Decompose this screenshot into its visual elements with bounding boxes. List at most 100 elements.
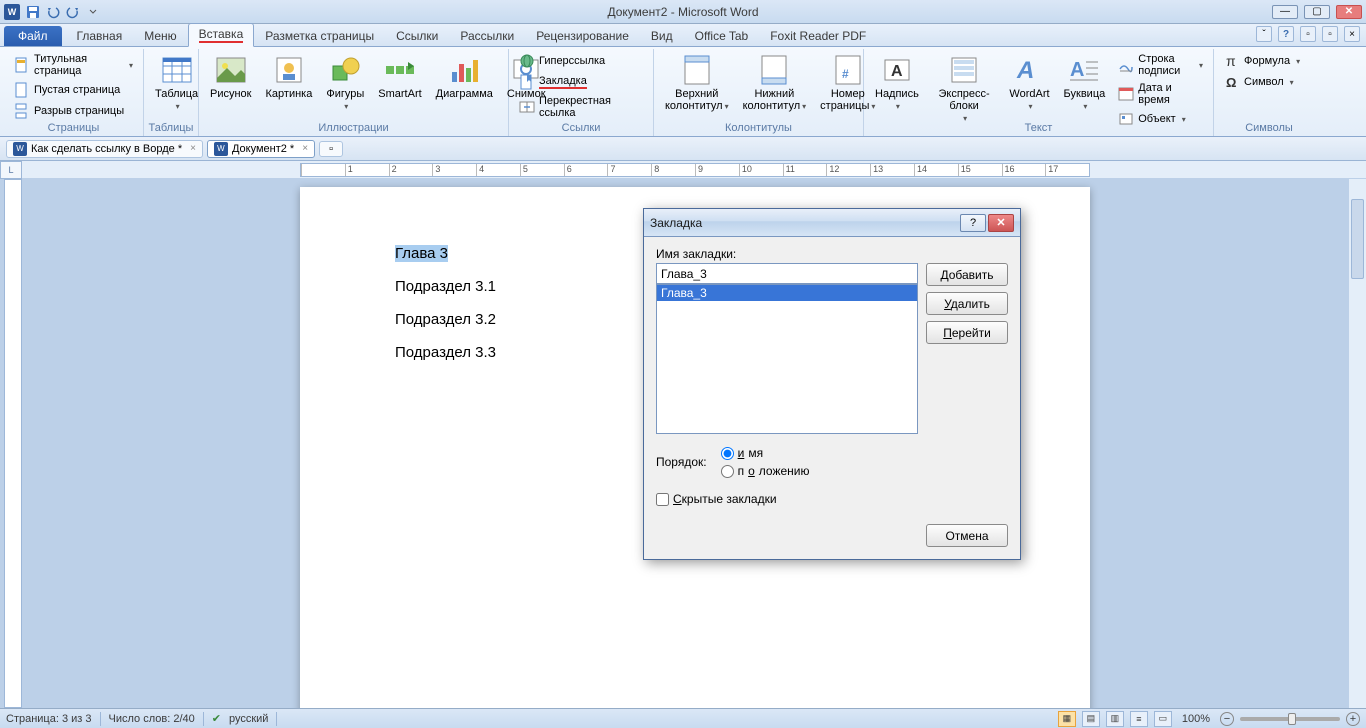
footer-button[interactable]: Нижний колонтитул▾ bbox=[738, 51, 812, 116]
bookmark-dialog: Закладка ? ✕ Имя закладки: Глава_3 Добав… bbox=[643, 208, 1021, 560]
add-button[interactable]: Добавить bbox=[926, 263, 1008, 286]
signature-line-button[interactable]: Строка подписи▾ bbox=[1114, 51, 1207, 79]
zoom-out-button[interactable]: − bbox=[1220, 712, 1234, 726]
dialog-help-button[interactable]: ? bbox=[960, 214, 986, 232]
tab-menu[interactable]: Меню bbox=[133, 25, 187, 46]
window-title: Документ2 - Microsoft Word bbox=[607, 5, 758, 19]
header-button[interactable]: Верхний колонтитул▾ bbox=[660, 51, 734, 116]
doctab-new[interactable]: ▫ bbox=[319, 141, 343, 157]
doc-heading[interactable]: Глава 3 bbox=[395, 245, 448, 262]
hidden-bookmarks-checkbox[interactable] bbox=[656, 493, 669, 506]
horizontal-ruler[interactable]: 1234567891011121314151617 bbox=[30, 161, 1336, 179]
textbox-button[interactable]: AНадпись▾ bbox=[870, 51, 924, 116]
sort-position-radio[interactable]: положению bbox=[721, 464, 810, 478]
quickparts-button[interactable]: Экспресс-блоки▾ bbox=[928, 51, 1001, 128]
qat-more-icon[interactable] bbox=[84, 3, 102, 21]
bookmark-list[interactable]: Глава_3 bbox=[656, 284, 918, 434]
tab-layout[interactable]: Разметка страницы bbox=[254, 25, 385, 46]
symbol-button[interactable]: ΩСимвол▾ bbox=[1220, 72, 1304, 92]
close-button[interactable]: ✕ bbox=[1336, 5, 1362, 19]
close-icon[interactable]: × bbox=[302, 143, 308, 154]
hyperlink-icon bbox=[519, 53, 535, 69]
tab-file[interactable]: Файл bbox=[4, 26, 62, 46]
tab-selector[interactable]: L bbox=[0, 161, 22, 179]
sort-name-radio[interactable]: имя bbox=[721, 446, 810, 460]
delete-button[interactable]: Удалить bbox=[926, 292, 1008, 315]
picture-icon bbox=[215, 54, 247, 86]
smartart-button[interactable]: SmartArt bbox=[373, 51, 426, 103]
blank-page-icon bbox=[14, 82, 30, 98]
status-language[interactable]: русский bbox=[229, 713, 268, 725]
equation-button[interactable]: πФормула▾ bbox=[1220, 51, 1304, 71]
tab-officetab[interactable]: Office Tab bbox=[684, 25, 760, 46]
tab-home[interactable]: Главная bbox=[66, 25, 134, 46]
doctab-2[interactable]: WДокумент2 *× bbox=[207, 140, 315, 158]
redo-icon[interactable] bbox=[64, 3, 82, 21]
minimize-button[interactable]: — bbox=[1272, 5, 1298, 19]
picture-button[interactable]: Рисунок bbox=[205, 51, 257, 103]
tab-review[interactable]: Рецензирование bbox=[525, 25, 640, 46]
status-page[interactable]: Страница: 3 из 3 bbox=[6, 713, 92, 725]
help-icon[interactable]: ? bbox=[1278, 26, 1294, 42]
zoom-slider[interactable] bbox=[1240, 717, 1340, 721]
page-break-button[interactable]: Разрыв страницы bbox=[10, 101, 137, 121]
new-doc-icon: ▫ bbox=[329, 143, 333, 155]
ribbon-minimize-icon[interactable]: ˇ bbox=[1256, 26, 1272, 42]
blank-page-button[interactable]: Пустая страница bbox=[10, 80, 137, 100]
shapes-icon bbox=[329, 54, 361, 86]
word-doc-icon: W bbox=[13, 142, 27, 156]
view-web[interactable]: ▥ bbox=[1106, 711, 1124, 727]
scrollbar-thumb[interactable] bbox=[1351, 199, 1364, 279]
zoom-level[interactable]: 100% bbox=[1182, 713, 1210, 725]
bookmark-button[interactable]: Закладка bbox=[515, 72, 647, 92]
tab-view[interactable]: Вид bbox=[640, 25, 684, 46]
spellcheck-icon[interactable]: ✔ bbox=[212, 712, 221, 725]
dialog-close-button[interactable]: ✕ bbox=[988, 214, 1014, 232]
group-pages-title: Страницы bbox=[4, 122, 143, 134]
save-icon[interactable] bbox=[24, 3, 42, 21]
group-text-title: Текст bbox=[864, 122, 1213, 134]
tab-links[interactable]: Ссылки bbox=[385, 25, 449, 46]
zoom-in-button[interactable]: + bbox=[1346, 712, 1360, 726]
cancel-button[interactable]: Отмена bbox=[926, 524, 1008, 547]
doctab-1[interactable]: WКак сделать ссылку в Ворде *× bbox=[6, 140, 203, 158]
sort-label: Порядок: bbox=[656, 455, 707, 469]
table-button[interactable]: Таблица▾ bbox=[150, 51, 203, 116]
group-illustrations-title: Иллюстрации bbox=[199, 122, 508, 134]
cover-page-button[interactable]: Титульная страница▾ bbox=[10, 51, 137, 79]
dropcap-button[interactable]: AБуквица▾ bbox=[1059, 51, 1111, 116]
crossref-button[interactable]: Перекрестная ссылка bbox=[515, 93, 647, 121]
view-print-layout[interactable]: ▦ bbox=[1058, 711, 1076, 727]
group-header-title: Колонтитулы bbox=[654, 122, 863, 134]
ribbon-close-icon[interactable]: × bbox=[1344, 26, 1360, 42]
tab-mailings[interactable]: Рассылки bbox=[449, 25, 525, 46]
bookmark-list-item[interactable]: Глава_3 bbox=[657, 285, 917, 301]
close-icon[interactable]: × bbox=[190, 143, 196, 154]
dialog-titlebar[interactable]: Закладка ? ✕ bbox=[644, 209, 1020, 237]
view-outline[interactable]: ≡ bbox=[1130, 711, 1148, 727]
zoom-slider-thumb[interactable] bbox=[1288, 713, 1296, 725]
undo-icon[interactable] bbox=[44, 3, 62, 21]
clipart-button[interactable]: Картинка bbox=[261, 51, 318, 103]
bookmark-name-input[interactable] bbox=[656, 263, 918, 284]
view-fullscreen[interactable]: ▤ bbox=[1082, 711, 1100, 727]
wordart-button[interactable]: AWordArt▾ bbox=[1004, 51, 1054, 116]
status-words[interactable]: Число слов: 2/40 bbox=[109, 713, 195, 725]
vertical-scrollbar[interactable] bbox=[1348, 179, 1366, 708]
shapes-button[interactable]: Фигуры▾ bbox=[321, 51, 369, 116]
vertical-ruler[interactable] bbox=[4, 179, 22, 708]
dialog-title: Закладка bbox=[650, 216, 702, 230]
title-bar: W Документ2 - Microsoft Word — ▢ ✕ bbox=[0, 0, 1366, 24]
tab-foxit[interactable]: Foxit Reader PDF bbox=[759, 25, 877, 46]
tab-insert[interactable]: Вставка bbox=[188, 23, 255, 47]
maximize-button[interactable]: ▢ bbox=[1304, 5, 1330, 19]
view-draft[interactable]: ▭ bbox=[1154, 711, 1172, 727]
hyperlink-button[interactable]: Гиперссылка bbox=[515, 51, 647, 71]
datetime-button[interactable]: Дата и время bbox=[1114, 80, 1207, 108]
ribbon-opts2-icon[interactable]: ▫ bbox=[1322, 26, 1338, 42]
ribbon-opts-icon[interactable]: ▫ bbox=[1300, 26, 1316, 42]
chart-button[interactable]: Диаграмма bbox=[431, 51, 498, 103]
svg-text:A: A bbox=[1016, 57, 1034, 84]
group-symbols-title: Символы bbox=[1214, 122, 1324, 134]
goto-button[interactable]: Перейти bbox=[926, 321, 1008, 344]
